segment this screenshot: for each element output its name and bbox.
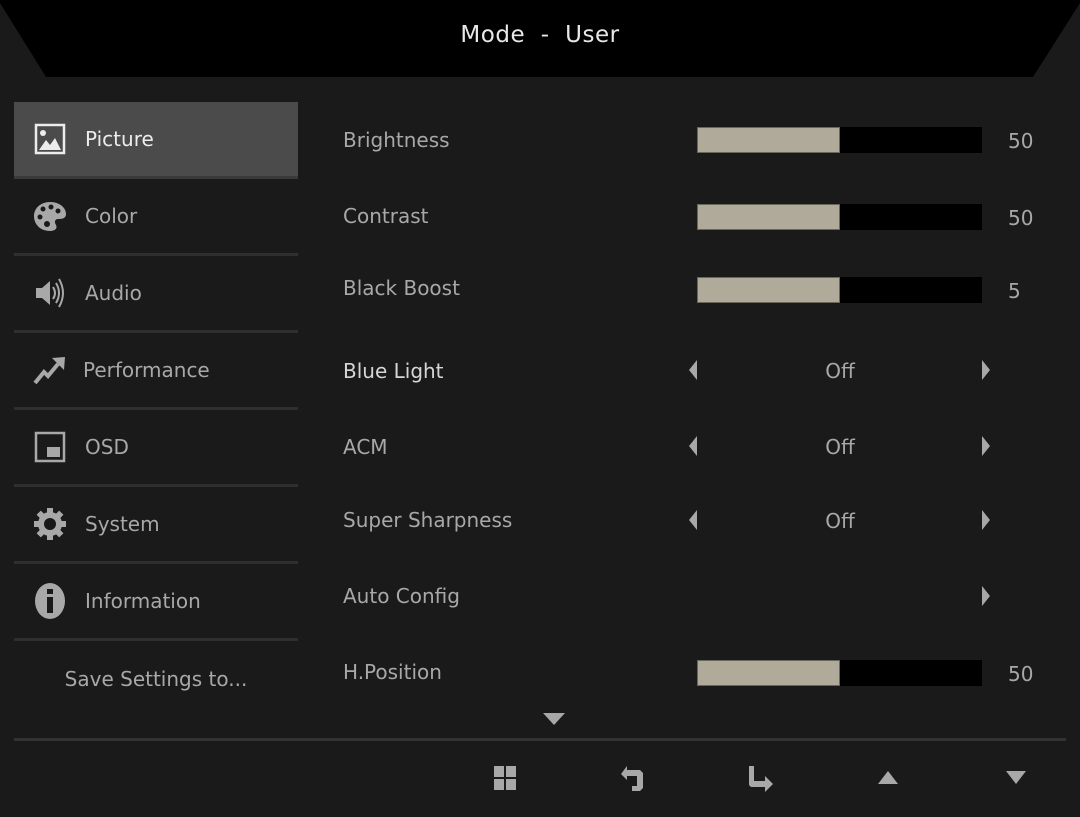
return-icon	[619, 764, 645, 796]
option-value: Off	[825, 359, 855, 383]
palette-icon	[32, 198, 68, 234]
save-settings-button[interactable]: Save Settings to...	[14, 641, 298, 717]
triangle-down-icon	[1005, 770, 1027, 790]
setting-label: Black Boost	[343, 276, 460, 300]
sidebar-item-picture[interactable]: Picture	[14, 102, 298, 179]
sidebar-item-label: Audio	[85, 281, 142, 305]
triangle-right-icon[interactable]	[982, 586, 990, 606]
sidebar-item-color[interactable]: Color	[14, 179, 298, 256]
slider-value: 5	[1008, 279, 1021, 303]
mode-title: Mode - User	[460, 22, 620, 48]
enter-icon	[747, 764, 775, 796]
scroll-down-arrow-icon[interactable]	[543, 713, 565, 725]
osd-window-icon	[32, 429, 68, 465]
slider-fill	[697, 127, 840, 153]
picture-icon	[32, 121, 68, 157]
setting-brightness[interactable]: Brightness 50	[330, 102, 1070, 153]
option-value: Off	[825, 509, 855, 533]
setting-blue-light[interactable]: Blue Light Off	[330, 333, 1070, 383]
gear-icon	[32, 506, 68, 542]
sidebar-item-label: Color	[85, 204, 138, 228]
setting-label: H.Position	[343, 660, 442, 684]
setting-label: Brightness	[343, 128, 450, 152]
setting-acm[interactable]: ACM Off	[330, 409, 1070, 459]
setting-h-position[interactable]: H.Position 50	[330, 635, 1070, 686]
triangle-up-icon	[877, 770, 899, 790]
triangle-left-icon[interactable]	[689, 436, 697, 456]
sidebar-item-information[interactable]: Information	[14, 564, 298, 641]
option-value: Off	[825, 435, 855, 459]
brightness-slider[interactable]	[697, 127, 982, 153]
setting-black-boost[interactable]: Black Boost 5	[330, 252, 1070, 303]
grid-icon	[494, 766, 516, 794]
sidebar-menu: Picture Color Audio Performance OSD Syst…	[14, 102, 298, 717]
menu-button[interactable]	[489, 764, 521, 796]
sidebar-item-performance[interactable]: Performance	[14, 333, 298, 410]
slider-fill	[697, 204, 840, 230]
setting-label: ACM	[343, 435, 388, 459]
sidebar-item-label: Picture	[85, 127, 154, 151]
triangle-right-icon[interactable]	[982, 360, 990, 380]
triangle-left-icon[interactable]	[689, 360, 697, 380]
trend-up-icon	[32, 352, 68, 388]
black-boost-slider[interactable]	[697, 277, 982, 303]
slider-value: 50	[1008, 129, 1034, 153]
setting-label: Contrast	[343, 204, 429, 228]
setting-label: Auto Config	[343, 584, 460, 608]
back-button[interactable]	[616, 764, 648, 796]
sidebar-item-system[interactable]: System	[14, 487, 298, 564]
h-position-slider[interactable]	[697, 660, 982, 686]
footer-divider	[14, 738, 1066, 741]
slider-value: 50	[1008, 662, 1034, 686]
sidebar-item-osd[interactable]: OSD	[14, 410, 298, 487]
triangle-right-icon[interactable]	[982, 510, 990, 530]
setting-label: Blue Light	[343, 359, 444, 383]
enter-button[interactable]	[745, 764, 777, 796]
sidebar-item-label: OSD	[85, 435, 129, 459]
setting-super-sharpness[interactable]: Super Sharpness Off	[330, 483, 1070, 533]
info-icon	[32, 583, 68, 619]
slider-fill	[697, 660, 840, 686]
sidebar-item-label: Performance	[83, 358, 210, 382]
up-button[interactable]	[872, 764, 904, 796]
down-button[interactable]	[1000, 764, 1032, 796]
triangle-right-icon[interactable]	[982, 436, 990, 456]
setting-auto-config[interactable]: Auto Config	[330, 559, 1070, 608]
sidebar-item-label: Information	[85, 589, 201, 613]
sidebar-item-audio[interactable]: Audio	[14, 256, 298, 333]
sidebar-item-label: System	[85, 512, 160, 536]
speaker-icon	[32, 275, 68, 311]
slider-value: 50	[1008, 206, 1034, 230]
triangle-left-icon[interactable]	[689, 510, 697, 530]
setting-contrast[interactable]: Contrast 50	[330, 179, 1070, 230]
contrast-slider[interactable]	[697, 204, 982, 230]
setting-label: Super Sharpness	[343, 508, 513, 532]
slider-fill	[697, 277, 840, 303]
